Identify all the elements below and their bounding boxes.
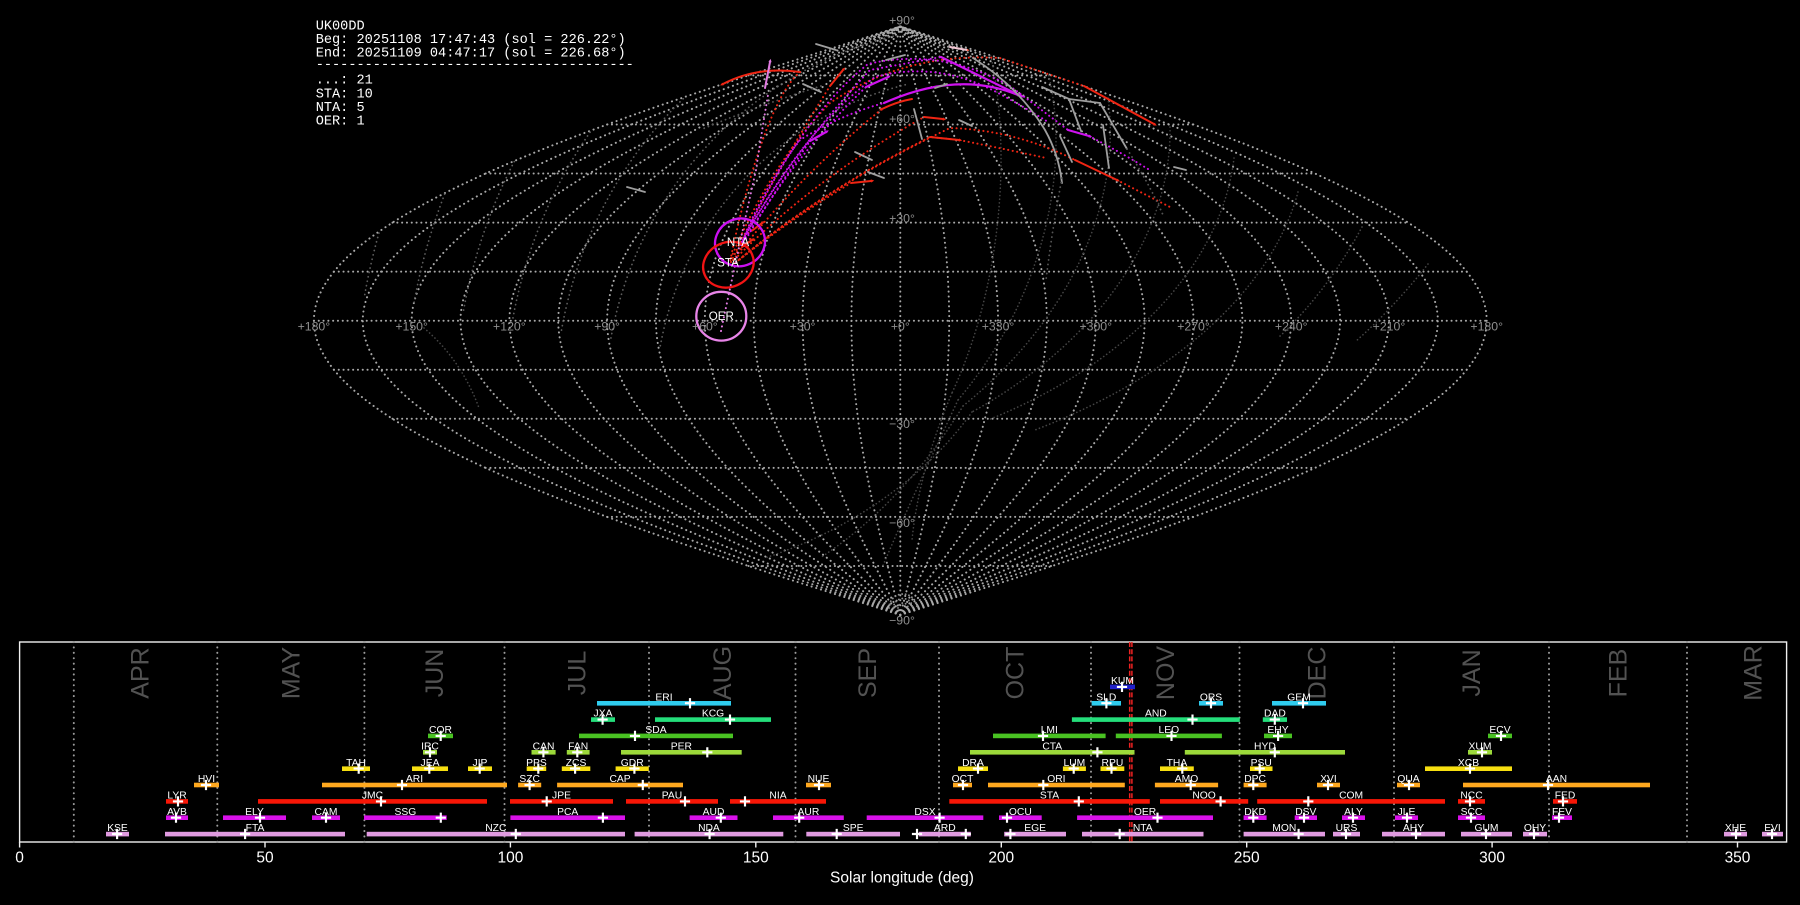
svg-text:THA: THA [1167, 758, 1188, 769]
svg-text:GDR: GDR [621, 758, 644, 769]
svg-text:+330°: +330° [982, 320, 1015, 334]
svg-text:MAY: MAY [278, 647, 306, 700]
svg-text:MON: MON [1272, 823, 1296, 834]
svg-text:OCT: OCT [1002, 647, 1030, 700]
svg-text:NTA: NTA [1133, 823, 1153, 834]
svg-text:NZC: NZC [485, 823, 507, 834]
svg-text:+60°: +60° [889, 112, 915, 126]
svg-text:FTA: FTA [246, 823, 265, 834]
svg-text:OER: OER [1134, 807, 1156, 818]
svg-text:+30°: +30° [790, 320, 816, 334]
svg-text:Solar longitude (deg): Solar longitude (deg) [830, 870, 974, 887]
svg-text:350: 350 [1725, 850, 1751, 867]
svg-text:+0°: +0° [891, 320, 910, 334]
svg-text:−90°: −90° [889, 613, 915, 627]
svg-text:NTA: NTA [727, 236, 750, 249]
svg-text:+90°: +90° [594, 320, 620, 334]
svg-text:APR: APR [127, 647, 155, 698]
svg-text:300: 300 [1479, 850, 1505, 867]
svg-text:+120°: +120° [493, 320, 526, 334]
svg-text:AHY: AHY [1403, 823, 1424, 834]
svg-text:FEV: FEV [1552, 807, 1572, 818]
svg-text:ERI: ERI [655, 692, 672, 703]
svg-text:------------------------------: --------------------------------------- [316, 58, 634, 73]
svg-text:200: 200 [988, 850, 1014, 867]
svg-text:100: 100 [497, 850, 523, 867]
svg-text:ARD: ARD [934, 823, 956, 834]
svg-text:NCC: NCC [1460, 790, 1483, 801]
svg-text:250: 250 [1234, 850, 1260, 867]
svg-text:MAR: MAR [1740, 645, 1768, 701]
svg-text:+30°: +30° [889, 211, 915, 225]
svg-text:+60°: +60° [692, 320, 718, 334]
svg-text:AND: AND [1145, 709, 1167, 720]
svg-text:ARI: ARI [406, 774, 423, 785]
svg-text:+150°: +150° [395, 320, 428, 334]
svg-text:SPE: SPE [843, 823, 864, 834]
svg-text:−30°: −30° [889, 417, 915, 431]
svg-text:KCG: KCG [702, 709, 724, 720]
svg-text:OCU: OCU [1009, 807, 1032, 818]
svg-text:XCB: XCB [1458, 758, 1479, 769]
svg-text:DKD: DKD [1244, 807, 1266, 818]
svg-text:+270°: +270° [1177, 320, 1210, 334]
svg-text:0: 0 [15, 850, 24, 867]
svg-text:EGE: EGE [1024, 823, 1046, 834]
svg-text:+240°: +240° [1275, 320, 1308, 334]
svg-text:JAN: JAN [1458, 649, 1486, 696]
svg-text:NIA: NIA [769, 790, 786, 801]
svg-text:+90°: +90° [889, 14, 915, 28]
svg-text:ELY: ELY [245, 807, 264, 818]
svg-text:GEM: GEM [1287, 692, 1310, 703]
svg-text:DPC: DPC [1244, 774, 1266, 785]
svg-text:CTA: CTA [1042, 741, 1062, 752]
svg-text:FEB: FEB [1605, 649, 1633, 698]
svg-text:STA: STA [717, 257, 739, 270]
svg-text:SDA: SDA [645, 725, 666, 736]
svg-text:SEP: SEP [854, 648, 882, 698]
svg-text:DRA: DRA [962, 758, 984, 769]
svg-text:DSX: DSX [914, 807, 935, 818]
svg-text:AUR: AUR [798, 807, 820, 818]
svg-text:+300°: +300° [1079, 320, 1112, 334]
svg-text:STA: STA [1040, 790, 1059, 801]
svg-text:PAU: PAU [662, 790, 682, 801]
svg-text:AUG: AUG [709, 646, 737, 700]
svg-text:OER: 1: OER: 1 [316, 115, 365, 130]
svg-text:AAN: AAN [1546, 774, 1567, 785]
svg-text:LEO: LEO [1159, 725, 1180, 736]
svg-text:+180°: +180° [1470, 320, 1503, 334]
svg-text:SSG: SSG [394, 807, 416, 818]
svg-text:FED: FED [1555, 790, 1576, 801]
svg-text:PER: PER [671, 741, 692, 752]
svg-text:150: 150 [743, 850, 769, 867]
svg-text:ORI: ORI [1047, 774, 1065, 785]
svg-text:JUL: JUL [563, 651, 591, 696]
svg-text:NOO: NOO [1192, 790, 1215, 801]
svg-text:+180°: +180° [298, 320, 331, 334]
svg-text:PSU: PSU [1251, 758, 1272, 769]
svg-text:+210°: +210° [1373, 320, 1406, 334]
svg-text:AMO: AMO [1175, 774, 1198, 785]
svg-text:CAP: CAP [609, 774, 630, 785]
svg-text:TAH: TAH [346, 758, 366, 769]
svg-text:DSV: DSV [1295, 807, 1316, 818]
svg-text:HYD: HYD [1254, 741, 1276, 752]
svg-text:JUN: JUN [421, 649, 449, 698]
svg-text:JPE: JPE [552, 790, 571, 801]
svg-text:XUM: XUM [1469, 741, 1492, 752]
svg-text:PPS: PPS [526, 758, 547, 769]
svg-text:COM: COM [1339, 790, 1363, 801]
svg-text:−60°: −60° [889, 516, 915, 530]
svg-text:NOV: NOV [1152, 646, 1180, 701]
svg-text:PCA: PCA [557, 807, 578, 818]
svg-text:50: 50 [256, 850, 274, 867]
